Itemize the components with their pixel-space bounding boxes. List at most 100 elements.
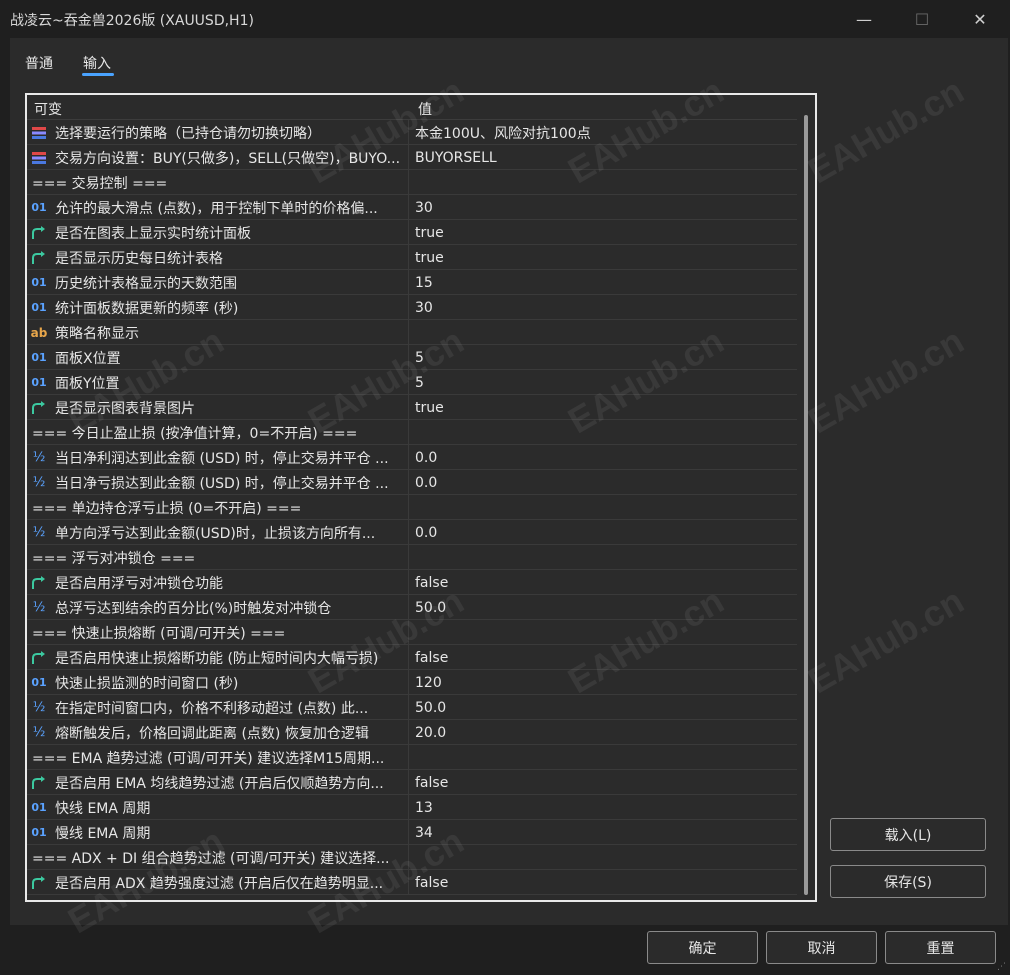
value-cell[interactable] xyxy=(410,620,797,645)
variable-cell[interactable]: 01 允许的最大滑点 (点数)，用于控制下单时的价格偏... xyxy=(27,195,409,220)
variable-cell[interactable]: 01 面板Y位置 xyxy=(27,370,409,395)
ok-button[interactable]: 确定 xyxy=(647,931,758,964)
input-row[interactable]: 是否启用浮亏对冲锁仓功能 false xyxy=(27,570,797,595)
variable-cell[interactable]: === 浮亏对冲锁仓 === xyxy=(27,545,409,570)
variable-cell[interactable]: 01 历史统计表格显示的天数范围 xyxy=(27,270,409,295)
value-cell[interactable]: 15 xyxy=(410,270,797,295)
variable-cell[interactable]: ½ 在指定时间窗口内，价格不利移动超过 (点数) 此... xyxy=(27,695,409,720)
input-row[interactable]: ½ 当日净利润达到此金额 (USD) 时，停止交易并平仓 ... 0.0 xyxy=(27,445,797,470)
variable-cell[interactable]: === EMA 趋势过滤 (可调/可开关) 建议选择M15周期... xyxy=(27,745,409,770)
variable-cell[interactable]: ab 策略名称显示 xyxy=(27,320,409,345)
value-cell[interactable] xyxy=(410,745,797,770)
value-cell[interactable]: 34 xyxy=(410,820,797,845)
value-cell[interactable]: 5 xyxy=(410,345,797,370)
value-cell[interactable]: 20.0 xyxy=(410,720,797,745)
input-row[interactable]: ab 策略名称显示 xyxy=(27,320,797,345)
variable-cell[interactable]: 01 快速止损监测的时间窗口 (秒) xyxy=(27,670,409,695)
reset-button[interactable]: 重置 xyxy=(885,931,996,964)
scrollbar-thumb[interactable] xyxy=(804,115,808,895)
value-cell[interactable]: 0.0 xyxy=(410,470,797,495)
value-cell[interactable]: true xyxy=(410,245,797,270)
value-cell[interactable]: 5 xyxy=(410,370,797,395)
input-row[interactable]: 01 统计面板数据更新的频率 (秒) 30 xyxy=(27,295,797,320)
tab-common[interactable]: 普通 xyxy=(25,53,53,73)
value-cell[interactable]: 0.0 xyxy=(410,445,797,470)
input-row[interactable]: 是否启用 EMA 均线趋势过滤 (开启后仅顺趋势方向... false xyxy=(27,770,797,795)
value-cell[interactable]: BUYORSELL xyxy=(410,145,797,170)
value-cell[interactable] xyxy=(410,545,797,570)
variable-cell[interactable]: === ADX + DI 组合趋势过滤 (可调/可开关) 建议选择... xyxy=(27,845,409,870)
input-row[interactable]: === 单边持仓浮亏止损 (0=不开启) === xyxy=(27,495,797,520)
value-cell[interactable]: false xyxy=(410,870,797,895)
input-row[interactable]: 01 快线 EMA 周期 13 xyxy=(27,795,797,820)
variable-cell[interactable]: ½ 当日净利润达到此金额 (USD) 时，停止交易并平仓 ... xyxy=(27,445,409,470)
input-row[interactable]: 01 面板X位置 5 xyxy=(27,345,797,370)
input-row[interactable]: === ADX + DI 组合趋势过滤 (可调/可开关) 建议选择... xyxy=(27,845,797,870)
value-cell[interactable]: 13 xyxy=(410,795,797,820)
input-row[interactable]: 是否显示图表背景图片 true xyxy=(27,395,797,420)
variable-cell[interactable]: === 单边持仓浮亏止损 (0=不开启) === xyxy=(27,495,409,520)
input-row[interactable]: === EMA 趋势过滤 (可调/可开关) 建议选择M15周期... xyxy=(27,745,797,770)
input-row[interactable]: ½ 总浮亏达到结余的百分比(%)时触发对冲锁仓 50.0 xyxy=(27,595,797,620)
value-cell[interactable]: false xyxy=(410,645,797,670)
value-cell[interactable] xyxy=(410,170,797,195)
input-row[interactable]: 01 慢线 EMA 周期 34 xyxy=(27,820,797,845)
input-row[interactable]: ½ 单方向浮亏达到此金额(USD)时，止损该方向所有... 0.0 xyxy=(27,520,797,545)
input-row[interactable]: === 浮亏对冲锁仓 === xyxy=(27,545,797,570)
variable-cell[interactable]: 是否在图表上显示实时统计面板 xyxy=(27,220,409,245)
variable-cell[interactable]: 01 面板X位置 xyxy=(27,345,409,370)
minimize-button[interactable]: — xyxy=(835,0,893,38)
variable-cell[interactable]: ½ 总浮亏达到结余的百分比(%)时触发对冲锁仓 xyxy=(27,595,409,620)
input-row[interactable]: 01 快速止损监测的时间窗口 (秒) 120 xyxy=(27,670,797,695)
variable-cell[interactable]: === 交易控制 === xyxy=(27,170,409,195)
variable-cell[interactable]: 选择要运行的策略（已持仓请勿切换切略） xyxy=(27,120,409,145)
variable-cell[interactable]: 交易方向设置：BUY(只做多)，SELL(只做空)，BUYO... xyxy=(27,145,409,170)
value-cell[interactable] xyxy=(410,420,797,445)
variable-cell[interactable]: 是否启用 ADX 趋势强度过滤 (开启后仅在趋势明显... xyxy=(27,870,409,895)
resize-grip-icon[interactable]: ⋰ xyxy=(997,962,1007,972)
close-button[interactable]: ✕ xyxy=(951,0,1009,38)
input-row[interactable]: === 交易控制 === xyxy=(27,170,797,195)
input-row[interactable]: 是否显示历史每日统计表格 true xyxy=(27,245,797,270)
input-row[interactable]: 01 历史统计表格显示的天数范围 15 xyxy=(27,270,797,295)
variable-cell[interactable]: 01 统计面板数据更新的频率 (秒) xyxy=(27,295,409,320)
input-row[interactable]: 交易方向设置：BUY(只做多)，SELL(只做空)，BUYO... BUYORSE… xyxy=(27,145,797,170)
variable-cell[interactable]: ½ 单方向浮亏达到此金额(USD)时，止损该方向所有... xyxy=(27,520,409,545)
value-cell[interactable]: 120 xyxy=(410,670,797,695)
value-cell[interactable]: 本金100U、风险对抗100点 xyxy=(410,120,797,145)
input-row[interactable]: 01 面板Y位置 5 xyxy=(27,370,797,395)
value-cell[interactable]: 50.0 xyxy=(410,595,797,620)
value-cell[interactable]: 50.0 xyxy=(410,695,797,720)
input-row[interactable]: 是否启用 ADX 趋势强度过滤 (开启后仅在趋势明显... false xyxy=(27,870,797,895)
input-row[interactable]: ½ 熔断触发后，价格回调此距离 (点数) 恢复加仓逻辑 20.0 xyxy=(27,720,797,745)
value-cell[interactable]: false xyxy=(410,770,797,795)
input-row[interactable]: 选择要运行的策略（已持仓请勿切换切略） 本金100U、风险对抗100点 xyxy=(27,120,797,145)
tab-inputs[interactable]: 输入 xyxy=(83,53,111,73)
variable-cell[interactable]: ½ 熔断触发后，价格回调此距离 (点数) 恢复加仓逻辑 xyxy=(27,720,409,745)
column-header-variable[interactable]: 可变 xyxy=(34,99,62,119)
cancel-button[interactable]: 取消 xyxy=(766,931,877,964)
value-cell[interactable] xyxy=(410,320,797,345)
vertical-scrollbar[interactable] xyxy=(797,95,815,900)
variable-cell[interactable]: 01 慢线 EMA 周期 xyxy=(27,820,409,845)
variable-cell[interactable]: === 今日止盈止损 (按净值计算，0=不开启) === xyxy=(27,420,409,445)
variable-cell[interactable]: 是否显示图表背景图片 xyxy=(27,395,409,420)
load-button[interactable]: 载入(L) xyxy=(830,818,986,851)
input-row[interactable]: 是否启用快速止损熔断功能 (防止短时间内大幅亏损) false xyxy=(27,645,797,670)
save-button[interactable]: 保存(S) xyxy=(830,865,986,898)
input-row[interactable]: === 今日止盈止损 (按净值计算，0=不开启) === xyxy=(27,420,797,445)
variable-cell[interactable]: 01 快线 EMA 周期 xyxy=(27,795,409,820)
variable-cell[interactable]: === 快速止损熔断 (可调/可开关) === xyxy=(27,620,409,645)
variable-cell[interactable]: 是否显示历史每日统计表格 xyxy=(27,245,409,270)
variable-cell[interactable]: 是否启用 EMA 均线趋势过滤 (开启后仅顺趋势方向... xyxy=(27,770,409,795)
value-cell[interactable]: 30 xyxy=(410,295,797,320)
column-header-value[interactable]: 值 xyxy=(418,99,432,119)
value-cell[interactable] xyxy=(410,845,797,870)
variable-cell[interactable]: 是否启用快速止损熔断功能 (防止短时间内大幅亏损) xyxy=(27,645,409,670)
maximize-button[interactable]: ☐ xyxy=(893,0,951,38)
value-cell[interactable]: true xyxy=(410,395,797,420)
value-cell[interactable]: 0.0 xyxy=(410,520,797,545)
value-cell[interactable]: true xyxy=(410,220,797,245)
value-cell[interactable] xyxy=(410,495,797,520)
value-cell[interactable]: 30 xyxy=(410,195,797,220)
